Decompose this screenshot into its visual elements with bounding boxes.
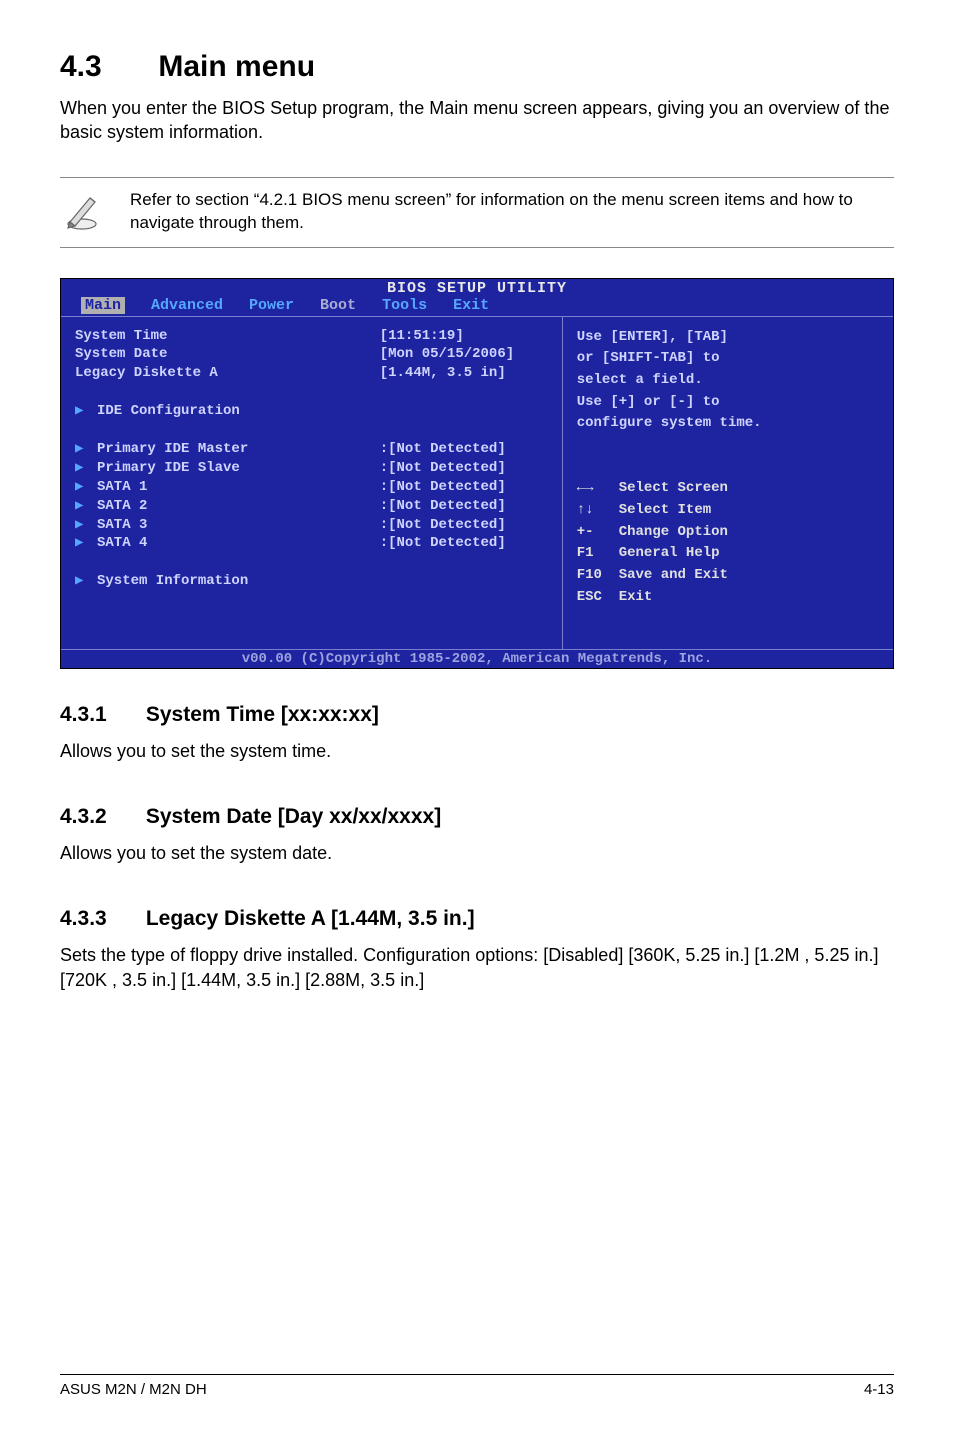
bios-key-row: +-Change Option — [577, 522, 883, 544]
bios-row: ▶SATA 2:[Not Detected] — [75, 497, 550, 516]
subsection-heading: 4.3.1 System Time [xx:xx:xx] — [60, 703, 894, 727]
bios-key-row: ↑↓Select Item — [577, 500, 883, 522]
bios-footer: v00.00 (C)Copyright 1985-2002, American … — [61, 649, 893, 668]
intro-paragraph: When you enter the BIOS Setup program, t… — [60, 96, 894, 145]
bios-help-line: select a field. — [577, 370, 883, 392]
bios-row: ▶SATA 1:[Not Detected] — [75, 478, 550, 497]
bios-key-row: F10Save and Exit — [577, 565, 883, 587]
subsection-title: Legacy Diskette A [1.44M, 3.5 in.] — [146, 907, 475, 930]
footer-right: 4-13 — [864, 1381, 894, 1398]
bios-row: ▶SATA 3:[Not Detected] — [75, 516, 550, 535]
bios-help-panel: Use [ENTER], [TAB] or [SHIFT-TAB] to sel… — [563, 317, 893, 649]
subsection-title: System Time [xx:xx:xx] — [146, 703, 379, 726]
submenu-arrow-icon: ▶ — [75, 459, 85, 478]
bios-key-row: ESCExit — [577, 587, 883, 609]
heading-number: 4.3 — [60, 50, 150, 84]
submenu-arrow-icon: ▶ — [75, 440, 85, 459]
bios-help-line: Use [ENTER], [TAB] — [577, 327, 883, 349]
subsection-heading: 4.3.3 Legacy Diskette A [1.44M, 3.5 in.] — [60, 907, 894, 931]
bios-row: ▶Primary IDE Master:[Not Detected] — [75, 440, 550, 459]
bios-row: ▶SATA 4:[Not Detected] — [75, 534, 550, 553]
note-box: Refer to section “4.2.1 BIOS menu screen… — [60, 177, 894, 248]
bios-row: System Time[11:51:19] — [75, 327, 550, 346]
pencil-icon — [60, 188, 104, 237]
submenu-arrow-icon: ▶ — [75, 478, 85, 497]
subsection-body: Allows you to set the system time. — [60, 739, 894, 763]
heading-title: Main menu — [158, 50, 315, 83]
submenu-arrow-icon: ▶ — [75, 572, 85, 591]
bios-row: ▶IDE Configuration — [75, 402, 550, 421]
submenu-arrow-icon: ▶ — [75, 497, 85, 516]
bios-help-line: Use [+] or [-] to — [577, 392, 883, 414]
bios-screenshot: BIOS SETUP UTILITY Main Advanced Power B… — [60, 278, 894, 669]
subsection-title: System Date [Day xx/xx/xxxx] — [146, 805, 441, 828]
bios-row: Legacy Diskette A[1.44M, 3.5 in] — [75, 364, 550, 383]
subsection-heading: 4.3.2 System Date [Day xx/xx/xxxx] — [60, 805, 894, 829]
subsection-body: Sets the type of floppy drive installed.… — [60, 943, 894, 992]
subsection-number: 4.3.1 — [60, 703, 140, 727]
footer-left: ASUS M2N / M2N DH — [60, 1381, 207, 1398]
subsection-body: Allows you to set the system date. — [60, 841, 894, 865]
submenu-arrow-icon: ▶ — [75, 534, 85, 553]
bios-key-row: F1General Help — [577, 543, 883, 565]
bios-help-line: or [SHIFT-TAB] to — [577, 348, 883, 370]
bios-help-line: configure system time. — [577, 413, 883, 435]
bios-tab-exit: Exit — [453, 297, 489, 314]
bios-tab-tools: Tools — [382, 297, 427, 314]
bios-left-panel: System Time[11:51:19] System Date[Mon 05… — [61, 317, 563, 649]
bios-tab-boot: Boot — [320, 297, 356, 314]
bios-tab-bar: Main Advanced Power Boot Tools Exit — [61, 297, 893, 316]
page-heading: 4.3 Main menu — [60, 50, 894, 84]
bios-row: ▶System Information — [75, 572, 550, 591]
subsection-number: 4.3.2 — [60, 805, 140, 829]
submenu-arrow-icon: ▶ — [75, 402, 85, 421]
subsection-number: 4.3.3 — [60, 907, 140, 931]
page-footer: ASUS M2N / M2N DH 4-13 — [60, 1374, 894, 1398]
submenu-arrow-icon: ▶ — [75, 516, 85, 535]
bios-tab-advanced: Advanced — [151, 297, 223, 314]
bios-tab-power: Power — [249, 297, 294, 314]
bios-row: ▶Primary IDE Slave:[Not Detected] — [75, 459, 550, 478]
bios-key-row: ←→Select Screen — [577, 478, 883, 500]
note-text: Refer to section “4.2.1 BIOS menu screen… — [130, 189, 894, 235]
bios-row: System Date[Mon 05/15/2006] — [75, 345, 550, 364]
bios-body: System Time[11:51:19] System Date[Mon 05… — [61, 316, 893, 649]
bios-title: BIOS SETUP UTILITY — [61, 279, 893, 297]
bios-tab-main: Main — [81, 297, 125, 314]
